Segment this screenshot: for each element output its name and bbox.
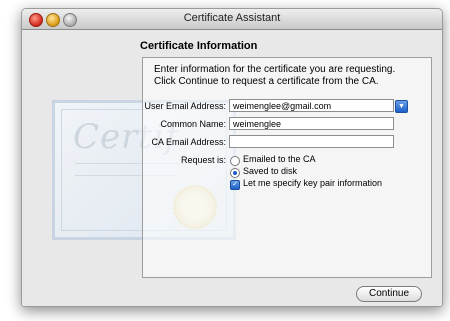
- intro-line-2: Click Continue to request a certificate …: [154, 76, 379, 87]
- common-name-field[interactable]: weimenglee: [229, 117, 394, 130]
- intro-line-1: Enter information for the certificate yo…: [154, 64, 396, 75]
- form-panel: Enter information for the certificate yo…: [142, 57, 432, 278]
- radio-emailed-to-ca[interactable]: [230, 156, 240, 166]
- certificate-assistant-window: Certificate Assistant Certif Certificate…: [21, 8, 443, 307]
- radio-saved-to-disk[interactable]: [230, 168, 240, 178]
- keypair-checkbox[interactable]: ✓: [230, 180, 240, 190]
- intro-text: Enter information for the certificate yo…: [154, 64, 424, 88]
- chevron-down-icon[interactable]: ▼: [395, 100, 408, 113]
- continue-button[interactable]: Continue: [356, 286, 422, 302]
- window-content: Certif Certificate Information Enter inf…: [22, 30, 442, 306]
- user-email-label: User Email Address:: [144, 101, 226, 111]
- common-name-label: Common Name:: [160, 119, 226, 129]
- ca-email-label: CA Email Address:: [151, 137, 226, 147]
- window-title: Certificate Assistant: [183, 12, 281, 24]
- radio-saved-label[interactable]: Saved to disk: [243, 166, 297, 176]
- title-bar[interactable]: Certificate Assistant: [22, 9, 442, 30]
- request-is-label: Request is:: [180, 155, 226, 165]
- ca-email-field[interactable]: [229, 135, 394, 148]
- user-email-field[interactable]: weimenglee@gmail.com: [229, 99, 394, 112]
- radio-emailed-label[interactable]: Emailed to the CA: [243, 154, 316, 164]
- section-title: Certificate Information: [140, 40, 258, 52]
- keypair-checkbox-label[interactable]: Let me specify key pair information: [243, 178, 382, 188]
